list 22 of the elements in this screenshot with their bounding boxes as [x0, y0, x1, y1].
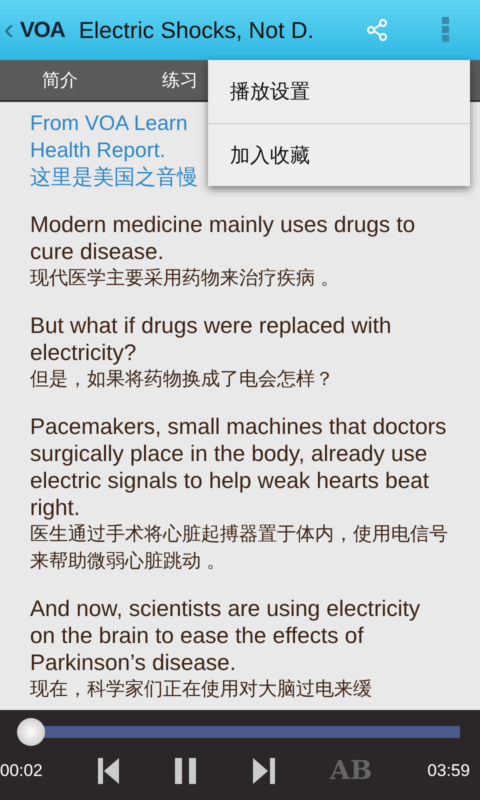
- english-sentence: But what if drugs were replaced with electricity?: [30, 312, 392, 366]
- english-sentence: Pacemakers, small machines that doctors surgically place in the body, already use electric signals to help weak hearts beat right.: [30, 413, 448, 521]
- menu-item[interactable]: 播放设置: [208, 60, 470, 123]
- chinese-translation: 现代医学主要采用药物来治疗疾病 。: [30, 267, 340, 291]
- english-sentence: And now, scientists are using electricity on the brain to ease the effects of Parkinson’s disease.: [30, 595, 422, 676]
- menu-item[interactable]: 加入收藏: [208, 123, 470, 186]
- chinese-translation: 但是，如果将药物换成了电会怎样？: [30, 368, 335, 392]
- chinese-translation: 医生通过手术将心脏起搏器置于体内，使用电信号来帮助微弱心脏跳动 。: [30, 523, 449, 574]
- intro-line: 这里是美国之音慢: [30, 165, 198, 191]
- chinese-translation: 现在，科学家们正在使用对大脑过电来缓: [30, 678, 373, 702]
- pause-button[interactable]: [175, 758, 198, 784]
- total-time: 03:59: [427, 761, 470, 781]
- elapsed-time: 00:02: [0, 761, 43, 781]
- previous-button[interactable]: [98, 758, 120, 784]
- logo: VOA: [20, 17, 65, 43]
- window-title: Electric Shocks, Not D.: [78, 16, 315, 44]
- next-button[interactable]: [252, 758, 275, 784]
- tab[interactable]: 简介: [0, 60, 120, 100]
- intro-line: Health Report.: [30, 138, 166, 164]
- intro-line: From VOA Learn: [30, 111, 188, 137]
- english-sentence: Modern medicine mainly uses drugs to cure disease.: [30, 211, 416, 265]
- progress-thumb[interactable]: [16, 718, 45, 746]
